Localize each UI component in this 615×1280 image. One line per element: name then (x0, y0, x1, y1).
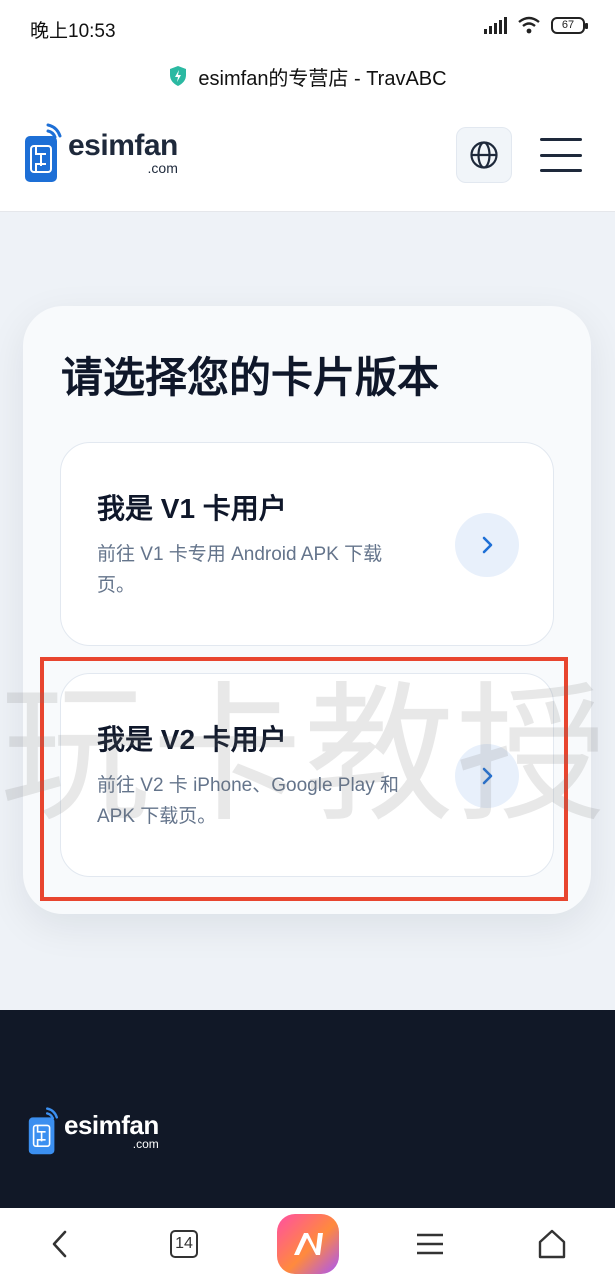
logo-dotcom: .com (147, 160, 178, 176)
browser-logo-icon (277, 1214, 339, 1274)
globe-icon (470, 141, 498, 169)
status-icons: 67 (484, 16, 588, 34)
option-title: 我是 V1 卡用户 (97, 493, 287, 524)
site-header: esimfan .com (0, 100, 615, 212)
tabs-count: 14 (170, 1230, 198, 1258)
language-button[interactable] (456, 127, 512, 183)
chevron-right-icon (482, 536, 493, 554)
site-logo[interactable]: esimfan .com (24, 122, 178, 184)
logo-word: esimfan (64, 1110, 159, 1140)
back-button[interactable] (30, 1208, 90, 1280)
v1-next-button[interactable] (455, 513, 519, 577)
chevron-left-icon (52, 1230, 67, 1258)
shield-icon (170, 66, 187, 86)
footer-logo[interactable]: esimfan .com (28, 1106, 159, 1156)
wifi-icon (518, 16, 540, 34)
home-icon (538, 1229, 566, 1259)
browser-app-button[interactable] (276, 1208, 340, 1280)
battery-icon: 67 (551, 16, 588, 34)
url-bar[interactable]: esimfan的专营店 - TravABC (0, 52, 615, 100)
home-button[interactable] (522, 1208, 582, 1280)
v1-card-option[interactable]: 我是 V1 卡用户 前往 V1 卡专用 Android APK 下载页。 (60, 442, 554, 646)
logo-word: esimfan (68, 129, 178, 162)
signal-icon (484, 16, 507, 34)
watermark-text: 玩卡教授 (0, 669, 609, 843)
hamburger-menu-icon[interactable] (540, 138, 582, 172)
esim-chip-logo-icon (28, 1107, 58, 1155)
status-time: 晚上10:53 (30, 21, 116, 42)
status-bar: 晚上10:53 67 (0, 0, 615, 52)
option-description: 前往 V1 卡专用 Android APK 下载页。 (97, 544, 383, 596)
esim-chip-logo-icon (25, 123, 62, 182)
tabs-button[interactable]: 14 (154, 1208, 214, 1280)
logo-dotcom: .com (132, 1137, 159, 1151)
page-site-title: esimfan的专营店 - TravABC (198, 67, 447, 90)
menu-lines-icon (417, 1233, 443, 1255)
menu-button[interactable] (400, 1208, 460, 1280)
site-footer: esimfan .com (0, 1010, 615, 1208)
browser-bottom-nav: 14 (0, 1208, 615, 1280)
page-title: 请选择您的卡片版本 (61, 354, 440, 401)
